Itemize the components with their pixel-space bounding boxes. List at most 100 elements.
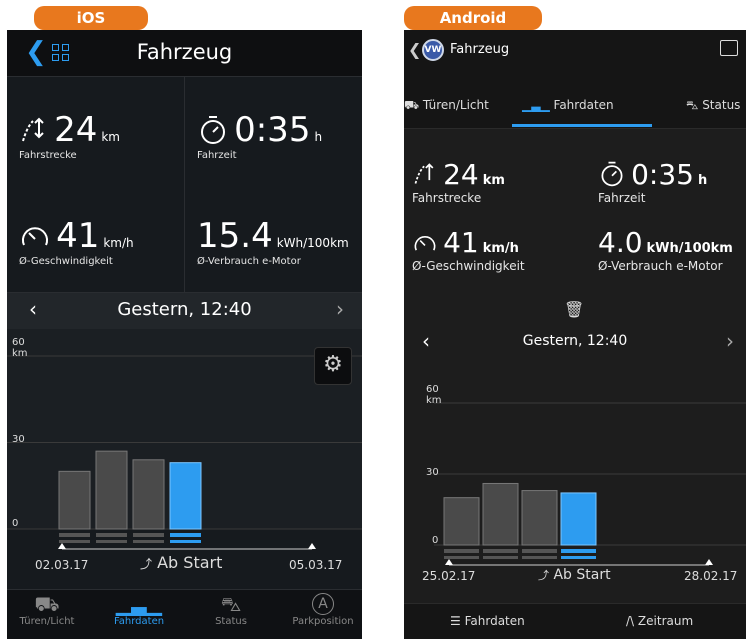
bar-base-marker	[561, 556, 596, 559]
tab-doors-lights[interactable]: ⛟ Türen/Licht	[404, 98, 489, 114]
stat-value: 24	[443, 158, 479, 191]
android-screen: ❮ VW Fahrzeug ⛟ Türen/Licht ▁▃▁ Fahrdate…	[404, 30, 746, 639]
route-icon	[22, 117, 44, 142]
back-icon[interactable]: ❮	[408, 40, 421, 59]
bar[interactable]	[521, 490, 558, 546]
stat-label: Ø-Geschwindigkeit	[19, 256, 113, 267]
axis-top-unit: km	[12, 348, 28, 359]
timeline-start-marker	[445, 559, 453, 565]
bar-base-marker	[561, 549, 596, 553]
stat-label: Fahrstrecke	[19, 150, 77, 161]
next-arrow-icon[interactable]: ›	[336, 297, 344, 321]
trip-data-button[interactable]: ☰ Fahrdaten	[450, 614, 525, 628]
bar-base-marker	[96, 533, 127, 537]
bar-base-marker	[522, 556, 557, 559]
stat-distance: 24 km Fahrstrecke	[412, 158, 505, 205]
tab-parking[interactable]: A Parkposition	[283, 592, 362, 627]
tab-trip-data[interactable]: ▁▃▁ Fahrdaten	[522, 98, 614, 112]
timeline-start-marker	[58, 543, 66, 549]
delete-icon[interactable]: 🗑	[564, 300, 584, 319]
bar-base-marker	[483, 556, 518, 559]
axis-top-unit: km	[426, 395, 442, 406]
bar-base-marker	[170, 533, 201, 537]
next-arrow-icon[interactable]: ›	[726, 329, 734, 353]
date-selector: ‹ Gestern, 12:40 ›	[404, 325, 746, 361]
bar-base-marker	[444, 556, 479, 559]
bar[interactable]	[443, 497, 480, 546]
stat-value: 15.4	[197, 216, 273, 256]
route-icon	[414, 163, 434, 184]
bar[interactable]	[169, 462, 202, 530]
stat-consumption: 15.4 kWh/100km Ø-Verbrauch e-Motor	[197, 216, 349, 267]
stat-unit: kWh/100km	[646, 241, 733, 256]
stat-value: 0:35	[234, 110, 311, 150]
bottom-tab-bar: ⛟ Türen/Licht ▁▃▁ Fahrdaten ⛍ Status A Parkp…	[7, 589, 362, 639]
bar[interactable]	[560, 492, 597, 546]
parking-icon: A	[283, 592, 362, 616]
x-center-text: Ab Start	[157, 553, 223, 572]
route-icon: /\	[626, 614, 635, 628]
bar-chart-icon: ▁▃▁	[115, 592, 163, 616]
list-icon: ☰	[450, 614, 461, 628]
axis-top-value: 60	[426, 384, 439, 395]
car-top-icon: ⛟	[34, 592, 60, 616]
date-label: Gestern, 12:40	[522, 333, 628, 349]
timeline-end-marker	[308, 543, 316, 549]
tab-trip-data[interactable]: ▁▃▁ Fahrdaten	[99, 592, 179, 627]
page-title: Fahrzeug	[450, 42, 510, 57]
stat-label: Fahrzeit	[598, 191, 646, 205]
vw-logo-icon: VW	[422, 39, 444, 61]
gear-icon: ⚙	[323, 352, 343, 377]
bar-base-marker	[59, 540, 90, 543]
axis-top: 60 km	[12, 337, 28, 359]
period-button[interactable]: /\ Zeitraum	[626, 614, 693, 628]
stat-unit: h	[697, 173, 708, 188]
stat-value: 0:35	[631, 158, 694, 191]
bar-base-marker	[522, 549, 557, 553]
ios-screen: ❮ Fahrzeug 24 km Fahrstrecke 0:35 h Fahrze…	[7, 30, 362, 639]
axis-top-value: 60	[12, 337, 25, 348]
x-start-label: 25.02.17	[422, 569, 476, 583]
stopwatch-icon	[201, 116, 225, 144]
stat-label: Ø-Verbrauch e-Motor	[197, 256, 301, 267]
bar-base-marker	[483, 549, 518, 553]
speedometer-icon	[22, 227, 48, 246]
tab-label: Türen/Licht	[19, 616, 75, 627]
stat-unit: kWh/100km	[276, 236, 349, 250]
bar[interactable]	[58, 470, 91, 530]
tab-status[interactable]: ⛍ Status	[191, 592, 271, 627]
trip-chart	[7, 329, 362, 550]
settings-gear-button[interactable]: ⚙	[314, 347, 352, 385]
car-icon: ⛍	[220, 592, 242, 616]
tab-label: Parkposition	[292, 616, 354, 627]
stat-unit: km	[101, 130, 120, 144]
bar-base-marker	[170, 540, 201, 543]
bar[interactable]	[132, 459, 165, 530]
speedometer-icon	[414, 236, 436, 251]
date-label: Gestern, 12:40	[117, 299, 252, 320]
tab-label: Status	[215, 616, 247, 627]
android-label-tab: Android	[404, 6, 542, 30]
x-center-label: ⤴ Ab Start	[538, 567, 611, 583]
x-end-label: 05.03.17	[289, 558, 343, 572]
android-tabs: ⛟ Türen/Licht ▁▃▁ Fahrdaten ⛍ Status	[404, 82, 746, 129]
stat-value: 24	[54, 110, 98, 150]
axis-zero: 0	[12, 518, 19, 529]
stat-label: Fahrzeit	[197, 150, 237, 161]
tab-doors-lights[interactable]: ⛟ Türen/Licht	[7, 592, 87, 627]
stat-value: 41	[443, 226, 479, 259]
chat-icon[interactable]	[720, 40, 738, 56]
bar[interactable]	[95, 450, 128, 530]
stat-value: 41	[56, 216, 100, 256]
stat-label: Ø-Geschwindigkeit	[412, 259, 525, 273]
axis-mid: 30	[426, 467, 439, 478]
tab-status[interactable]: ⛍ Status	[686, 98, 740, 114]
stat-speed: 41 km/h Ø-Geschwindigkeit	[19, 216, 134, 267]
android-toolbar: ❮ VW Fahrzeug	[404, 30, 746, 72]
stat-consumption: 4.0 kWh/100km Ø-Verbrauch e-Motor	[598, 226, 733, 273]
stat-time: 0:35 h Fahrzeit	[598, 158, 707, 205]
axis-top: 60 km	[426, 384, 442, 406]
ios-nav-bar: ❮ Fahrzeug	[7, 30, 362, 77]
stat-unit: km/h	[482, 241, 519, 256]
bar[interactable]	[482, 482, 519, 546]
